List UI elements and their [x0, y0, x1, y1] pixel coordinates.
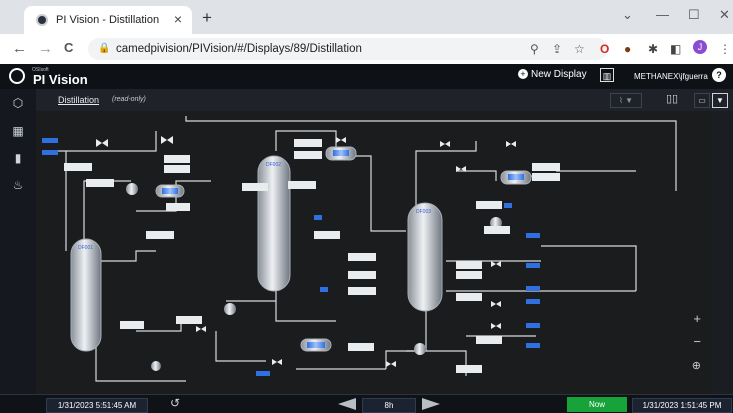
user-label[interactable]: METHANEX\jfguerra [634, 72, 708, 81]
lock-icon: 🔒 [98, 43, 111, 54]
display-toolbar: Distillation (read-only) ⌇ ▼ ▯▯ ▭ ▼ [36, 89, 733, 111]
events-icon[interactable]: ♨ [10, 178, 26, 194]
pump[interactable] [126, 183, 138, 195]
reflux-drum[interactable] [325, 146, 357, 161]
browser-tabstrip: PI Vision - Distillation × + ⌄ — ☐ ✕ [0, 0, 733, 34]
search-icon[interactable]: ⚲ [530, 42, 539, 56]
fit-screen-icon[interactable]: ⊕ [692, 359, 701, 372]
left-rail: ⬡ ▦ ▮ ♨ [0, 89, 36, 394]
new-tab-button[interactable]: + [202, 8, 212, 28]
browser-address-row: ← → C 🔒 camedpivision/PIVision/#/Display… [0, 34, 733, 65]
pipe-network [46, 116, 677, 382]
app-header: OSIsoft PI Vision + New Display ▥ METHANE… [0, 64, 733, 90]
share-icon[interactable]: ⇪ [552, 42, 562, 56]
value-readouts [64, 139, 560, 373]
valve-symbols [96, 136, 516, 367]
minimize-icon[interactable]: — [656, 7, 669, 22]
zoom-in-icon[interactable]: + [693, 311, 701, 326]
pi-logo-icon[interactable] [9, 68, 25, 84]
column-df002[interactable]: DF002 [257, 155, 291, 292]
start-time-field[interactable]: 1/31/2023 5:51:45 AM [46, 398, 148, 413]
puzzle-icon[interactable]: ✱ [648, 42, 658, 56]
symbol-library-icon[interactable]: ▥ [600, 68, 614, 82]
tab-title: PI Vision - Distillation [56, 14, 160, 26]
reload-icon[interactable]: C [64, 40, 73, 55]
calculator-icon[interactable]: ▦ [10, 124, 26, 140]
time-back-icon[interactable] [338, 398, 356, 410]
column-df003[interactable]: DF003 [407, 202, 443, 312]
pump[interactable] [414, 343, 426, 355]
plus-circle-icon: + [518, 69, 528, 79]
stream-markers [42, 138, 540, 376]
url-text: camedpivision/PIVision/#/Displays/89/Dis… [116, 43, 362, 55]
close-window-icon[interactable]: ✕ [719, 7, 730, 23]
display-title[interactable]: Distillation [58, 95, 99, 105]
column-df001[interactable]: DF001 [70, 238, 102, 352]
extension-icon[interactable]: ● [624, 42, 631, 56]
cube-icon[interactable]: ⬡ [10, 96, 26, 112]
save-icon[interactable]: ▭ [694, 93, 710, 108]
menu-icon[interactable]: ⋮ [719, 42, 731, 56]
maximize-icon[interactable]: ☐ [688, 7, 700, 23]
pump[interactable] [151, 361, 161, 371]
star-icon[interactable]: ☆ [574, 42, 585, 56]
assets-icon[interactable]: ▮ [10, 151, 26, 167]
process-diagram: DF001 DF002 DF003 [42, 116, 677, 382]
reboiler[interactable] [300, 338, 332, 352]
profile-avatar[interactable]: J [693, 40, 707, 54]
app-title[interactable]: PI Vision [33, 72, 88, 87]
opera-extension-icon[interactable]: O [600, 42, 609, 56]
duration-field[interactable]: 8h [362, 398, 416, 413]
columns-icon[interactable]: ▯▯ [666, 92, 678, 105]
chevron-down-icon[interactable]: ⌄ [622, 7, 633, 23]
display-menu-icon[interactable]: ▼ [712, 93, 728, 108]
process-display-canvas: DF001 DF002 DF003 + − ⊕ [36, 111, 711, 394]
zoom-out-icon[interactable]: − [693, 334, 701, 349]
browser-tab[interactable]: PI Vision - Distillation × [24, 6, 192, 34]
vessel-label: DF001 [78, 245, 93, 251]
now-button[interactable]: Now [567, 397, 627, 412]
sidepanel-icon[interactable]: ◧ [670, 42, 681, 56]
revert-time-icon[interactable]: ↺ [170, 396, 180, 410]
pump[interactable] [224, 303, 236, 315]
display-mode: (read-only) [112, 96, 146, 103]
forward-icon[interactable]: → [38, 40, 53, 57]
back-icon[interactable]: ← [12, 40, 27, 57]
reflux-drum[interactable] [500, 170, 532, 185]
end-time-field[interactable]: 1/31/2023 1:51:45 PM [632, 398, 732, 413]
close-tab-icon[interactable]: × [174, 11, 182, 27]
vessel-label: DF002 [266, 162, 281, 168]
trend-toggle-button[interactable]: ⌇ ▼ [610, 93, 642, 108]
heat-exchanger[interactable] [155, 184, 185, 198]
help-icon[interactable]: ? [712, 68, 726, 82]
time-forward-icon[interactable] [422, 398, 440, 410]
pi-favicon-icon [36, 14, 48, 26]
new-display-button[interactable]: + New Display [518, 69, 587, 80]
vessel-label: DF003 [416, 209, 431, 215]
new-display-label: New Display [531, 69, 587, 80]
time-bar: 1/31/2023 5:51:45 AM ↺ 8h Now 1/31/2023 … [0, 394, 733, 413]
